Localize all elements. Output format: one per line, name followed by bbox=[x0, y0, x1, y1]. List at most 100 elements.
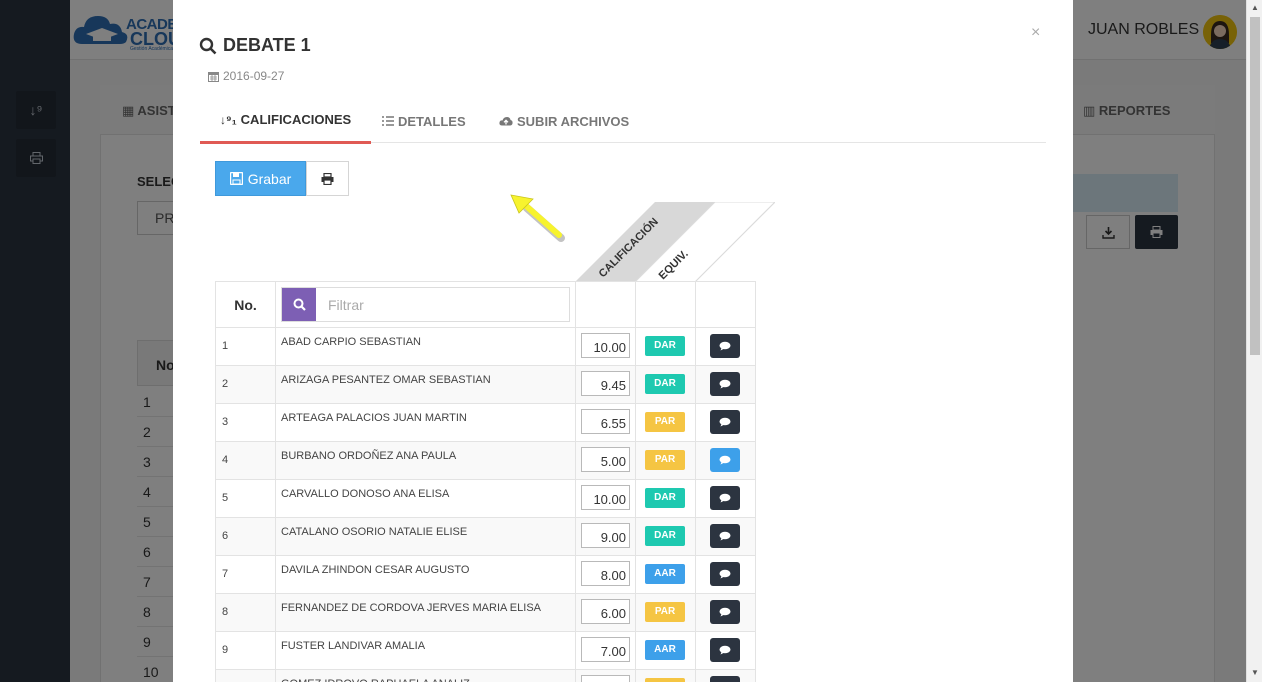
action-cell bbox=[695, 669, 756, 682]
grade-input[interactable] bbox=[581, 637, 630, 662]
grade-input[interactable] bbox=[581, 447, 630, 472]
filter-group bbox=[281, 287, 570, 322]
comment-icon bbox=[719, 379, 731, 389]
grade-cell bbox=[575, 517, 636, 556]
equiv-cell: DAR bbox=[635, 327, 696, 366]
comment-icon bbox=[719, 607, 731, 617]
grade-cell bbox=[575, 555, 636, 594]
comment-button[interactable] bbox=[710, 334, 740, 358]
equiv-badge: DAR bbox=[645, 526, 685, 546]
save-button-label: Grabar bbox=[247, 170, 292, 187]
scrollbar[interactable]: ▲ ▼ bbox=[1246, 0, 1262, 682]
student-name: ARTEAGA PALACIOS JUAN MARTIN bbox=[275, 403, 576, 442]
list-icon bbox=[382, 116, 394, 126]
scrollbar-thumb[interactable] bbox=[1250, 17, 1260, 355]
tab-detalles[interactable]: DETALLES bbox=[362, 98, 486, 144]
grade-input[interactable] bbox=[581, 409, 630, 434]
student-name: BURBANO ORDOÑEZ ANA PAULA bbox=[275, 441, 576, 480]
action-cell bbox=[695, 365, 756, 404]
comment-icon bbox=[719, 569, 731, 579]
grade-input[interactable] bbox=[581, 599, 630, 624]
row-number: 10 bbox=[215, 669, 276, 682]
modal-tabs: ↓⁹₁ CALIFICACIONES DETALLES SUBIR ARCHIV… bbox=[200, 98, 1046, 144]
student-name: CATALANO OSORIO NATALIE ELISE bbox=[275, 517, 576, 556]
grade-input[interactable] bbox=[581, 485, 630, 510]
comment-button[interactable] bbox=[710, 562, 740, 586]
action-cell bbox=[695, 631, 756, 670]
student-name: GOMEZ IDROVO RAPHAELA ANALIZ bbox=[275, 669, 576, 682]
row-number: 1 bbox=[215, 327, 276, 366]
table-row: 1ABAD CARPIO SEBASTIAN DAR bbox=[215, 327, 756, 366]
grade-cell bbox=[575, 441, 636, 480]
grade-input[interactable] bbox=[581, 333, 630, 358]
row-number: 6 bbox=[215, 517, 276, 556]
grade-input[interactable] bbox=[581, 675, 630, 682]
grade-input[interactable] bbox=[581, 523, 630, 548]
table-row: 8 FERNANDEZ DE CORDOVA JERVES MARIA ELISA… bbox=[215, 593, 756, 632]
student-name: CARVALLO DONOSO ANA ELISA bbox=[275, 479, 576, 518]
tab-label: SUBIR ARCHIVOS bbox=[517, 113, 630, 129]
comment-button[interactable] bbox=[710, 410, 740, 434]
table-row: 4BURBANO ORDOÑEZ ANA PAULA PAR bbox=[215, 441, 756, 480]
comment-button[interactable] bbox=[710, 372, 740, 396]
cloud-upload-icon bbox=[499, 117, 513, 126]
table-row: 3ARTEAGA PALACIOS JUAN MARTIN PAR bbox=[215, 403, 756, 442]
action-cell bbox=[695, 517, 756, 556]
grade-cell bbox=[575, 479, 636, 518]
action-cell bbox=[695, 479, 756, 518]
equiv-cell: PAR bbox=[635, 403, 696, 442]
equiv-badge: AAR bbox=[645, 564, 685, 584]
close-icon[interactable]: × bbox=[1031, 24, 1040, 42]
row-number: 2 bbox=[215, 365, 276, 404]
comment-button[interactable] bbox=[710, 600, 740, 624]
grade-cell bbox=[575, 365, 636, 404]
table-row: 5CARVALLO DONOSO ANA ELISA DAR bbox=[215, 479, 756, 518]
action-cell bbox=[695, 593, 756, 632]
comment-button[interactable] bbox=[710, 448, 740, 472]
equiv-badge: PAR bbox=[645, 450, 685, 470]
student-name: DAVILA ZHINDON CESAR AUGUSTO bbox=[275, 555, 576, 594]
equiv-cell: PAR bbox=[635, 669, 696, 682]
header-grade-cell bbox=[575, 281, 636, 328]
grade-input[interactable] bbox=[581, 561, 630, 586]
filter-search-button[interactable] bbox=[282, 288, 316, 321]
comment-icon bbox=[719, 493, 731, 503]
equiv-badge: DAR bbox=[645, 336, 685, 356]
row-number: 7 bbox=[215, 555, 276, 594]
grade-cell bbox=[575, 593, 636, 632]
row-number: 3 bbox=[215, 403, 276, 442]
filter-input[interactable] bbox=[316, 288, 569, 321]
tab-calificaciones[interactable]: ↓⁹₁ CALIFICACIONES bbox=[200, 98, 372, 144]
print-icon bbox=[321, 172, 334, 185]
modal-title-text: DEBATE 1 bbox=[223, 35, 311, 55]
student-name: ARIZAGA PESANTEZ OMAR SEBASTIAN bbox=[275, 365, 576, 404]
print-button[interactable] bbox=[306, 161, 349, 196]
scroll-up-icon[interactable]: ▲ bbox=[1250, 3, 1260, 13]
search-icon bbox=[293, 298, 306, 311]
modal-date: 2016-09-27 bbox=[208, 69, 284, 83]
tab-label: CALIFICACIONES bbox=[240, 112, 352, 127]
comment-button[interactable] bbox=[710, 486, 740, 510]
sort-numeric-icon: ↓⁹₁ bbox=[220, 112, 237, 127]
equiv-cell: DAR bbox=[635, 479, 696, 518]
equiv-cell: AAR bbox=[635, 555, 696, 594]
tab-subir-archivos[interactable]: SUBIR ARCHIVOS bbox=[479, 98, 649, 144]
grade-input[interactable] bbox=[581, 371, 630, 396]
comment-button[interactable] bbox=[710, 638, 740, 662]
tab-label: DETALLES bbox=[398, 113, 466, 129]
grades-modal: DEBATE 1 × 2016-09-27 ↓⁹₁ CALIFICACIONES… bbox=[173, 0, 1073, 682]
table-row: 6CATALANO OSORIO NATALIE ELISE DAR bbox=[215, 517, 756, 556]
save-button[interactable]: Grabar bbox=[215, 161, 306, 196]
comment-button[interactable] bbox=[710, 676, 740, 682]
rotated-column-headers: CALIFICACIÓN EQUIV. bbox=[575, 202, 775, 282]
grade-cell bbox=[575, 669, 636, 682]
comment-button[interactable] bbox=[710, 524, 740, 548]
floppy-disk-icon bbox=[229, 172, 243, 185]
comment-icon bbox=[719, 531, 731, 541]
grade-cell bbox=[575, 631, 636, 670]
calendar-icon bbox=[208, 71, 219, 82]
table-row: 10GOMEZ IDROVO RAPHAELA ANALIZ PAR bbox=[215, 669, 756, 682]
table-row: 2ARIZAGA PESANTEZ OMAR SEBASTIAN DAR bbox=[215, 365, 756, 404]
scroll-down-icon[interactable]: ▼ bbox=[1250, 668, 1260, 678]
row-number: 9 bbox=[215, 631, 276, 670]
